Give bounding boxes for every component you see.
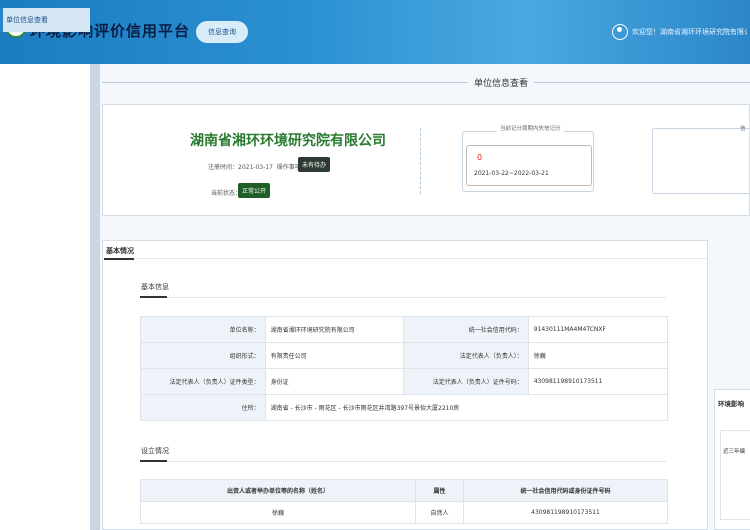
table-row: 单位名称： 湖南省湘环环境研究院有限公司 统一社会信用代码： 91430111M… [140, 316, 669, 343]
credit-score-period: 2021-03-22~2022-03-21 [474, 170, 549, 177]
field-value: 湖南省湘环环境研究院有限公司 [264, 316, 405, 343]
address-value: 湖南省 - 长沙市 - 雨花区 - 长沙市雨花区井湾路397号景怡大厦2210房 [264, 394, 669, 421]
panel-header-rule [102, 258, 708, 259]
table-cell: 自然人 [415, 501, 464, 524]
table-row: 徐巍 自然人 430981198910173511 [140, 501, 668, 524]
table-row: 组织形式： 有限责任公司 法定代表人（负责人）： 徐巍 [140, 342, 669, 369]
eia-side-title: 环境影响 [718, 400, 744, 408]
reg-time-value: 2021-03-17 [238, 164, 273, 171]
page-title: 单位信息查看 [468, 76, 535, 89]
field-value: 身份证 [264, 368, 405, 395]
company-name: 湖南省湘环环境研究院有限公司 [190, 133, 386, 149]
basic-info-heading: 基本信息 [141, 283, 169, 291]
matter-badge[interactable]: 未有待办 [298, 157, 331, 172]
address-label: 住所： [140, 394, 266, 421]
credit-score-box [466, 145, 592, 186]
field-value: 有限责任公司 [264, 342, 405, 369]
card-divider [420, 128, 421, 194]
basic-info-table: 单位名称： 湖南省湘环环境研究院有限公司 统一社会信用代码： 91430111M… [140, 316, 669, 421]
credit-score-caption: 当前记分周期内失信记分 [497, 124, 564, 132]
welcome-text: 欢迎您！湖南省湘环环境研究院有限公司 [632, 28, 747, 36]
field-label: 统一社会信用代码： [403, 316, 529, 343]
field-value: 徐巍 [527, 342, 669, 369]
basic-tab-underline [104, 258, 134, 260]
field-label: 法定代表人（负责人）证件类型： [140, 368, 266, 395]
table-header-row: 出资人或者举办单位等的名称（姓名） 属性 统一社会信用代码或身份证件号码 [140, 479, 668, 502]
basic-section-tab: 基本情况 [106, 247, 134, 255]
table-cell: 430981198910173511 [463, 501, 668, 524]
sidebar [0, 64, 90, 530]
eia-side-subtitle: 近三年编 [723, 449, 746, 455]
field-value: 430981198910173511 [527, 368, 669, 395]
third-info-card [652, 128, 750, 194]
sidebar-divider [90, 64, 100, 530]
nav-info-query-button[interactable]: 信息查询 [196, 21, 248, 43]
status-badge: 正常公开 [238, 183, 271, 198]
third-card-caption: 信 [740, 126, 746, 132]
status-label: 当前状态： [211, 190, 242, 197]
sidebar-item-unit-info[interactable]: 单位信息查看 [0, 8, 90, 32]
field-label: 单位名称： [140, 316, 266, 343]
column-header: 出资人或者举办单位等的名称（姓名） [140, 479, 416, 502]
reg-time-label: 注册时间： [208, 164, 239, 171]
table-row: 住所： 湖南省 - 长沙市 - 雨花区 - 长沙市雨花区井湾路397号景怡大厦2… [140, 394, 669, 421]
user-icon[interactable] [612, 24, 628, 40]
column-header: 统一社会信用代码或身份证件号码 [463, 479, 668, 502]
eia-side-inner [720, 430, 750, 520]
field-label: 法定代表人（负责人）证件号码： [403, 368, 529, 395]
field-value: 91430111MA4M4TCNXF [527, 316, 669, 343]
basic-info-rule [140, 297, 666, 298]
table-cell: 徐巍 [140, 501, 416, 524]
field-label: 组织形式： [140, 342, 266, 369]
column-header: 属性 [415, 479, 464, 502]
setup-rule [140, 461, 666, 462]
setup-underline [140, 460, 167, 462]
setup-table: 出资人或者举办单位等的名称（姓名） 属性 统一社会信用代码或身份证件号码 徐巍 … [140, 479, 668, 524]
setup-heading: 设立情况 [141, 447, 169, 455]
credit-score-value: 0 [477, 153, 483, 162]
basic-info-underline [140, 296, 167, 298]
registration-row: 注册时间：2021-03-17 操作事项： [208, 162, 307, 171]
field-label: 法定代表人（负责人）： [403, 342, 529, 369]
table-row: 法定代表人（负责人）证件类型： 身份证 法定代表人（负责人）证件号码： 4309… [140, 368, 669, 395]
page-title-rule [102, 82, 750, 83]
